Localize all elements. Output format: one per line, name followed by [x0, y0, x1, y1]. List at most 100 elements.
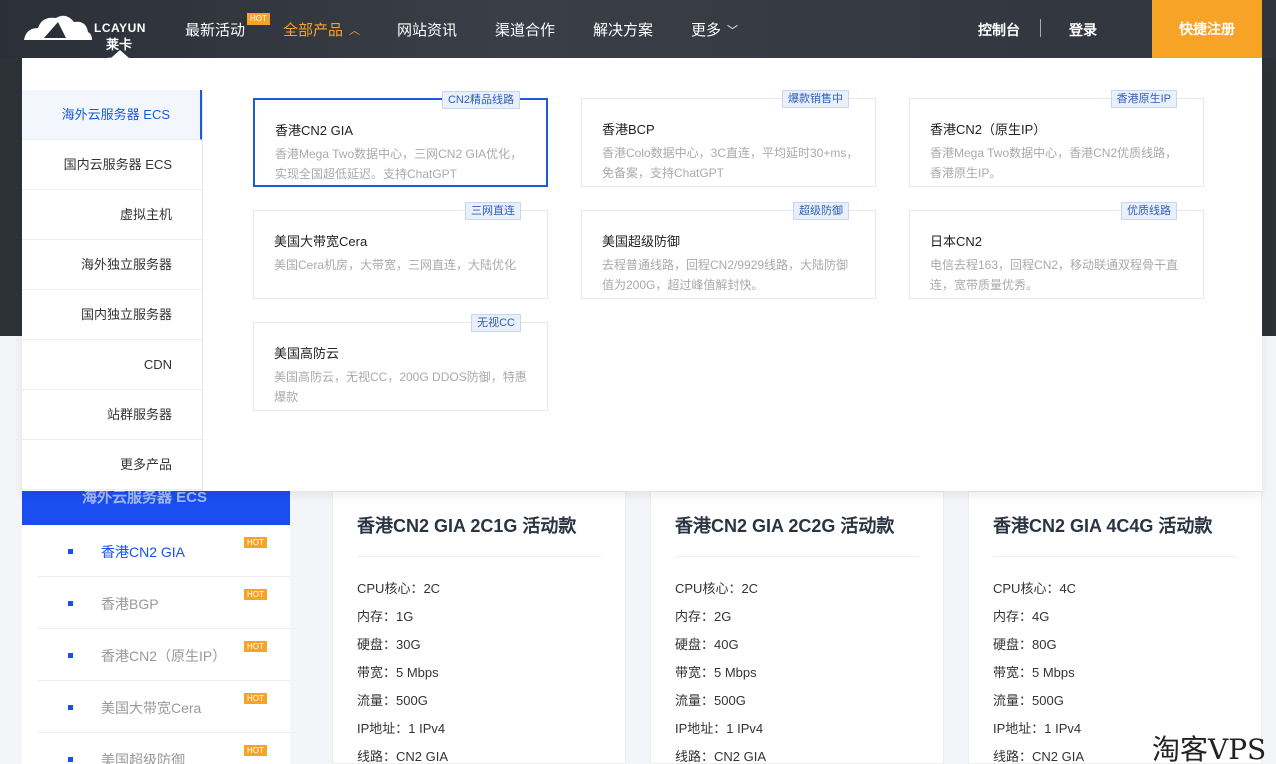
top-navbar: LCAYUN 莱卡云 最新活动 HOT 全部产品 ︿ 网站资讯 渠道合作 解决方案…	[0, 0, 1276, 71]
category-cdn[interactable]: CDN	[22, 340, 202, 390]
product-title: 香港CN2 GIA 4C4G 活动款	[993, 516, 1213, 536]
spec-memory: 内存：1G	[357, 609, 414, 624]
menu-pointer	[111, 50, 129, 58]
title-divider	[675, 556, 919, 557]
chevron-down-icon: ﹀	[727, 25, 739, 37]
category-domestic-ecs[interactable]: 国内云服务器 ECS	[22, 140, 202, 190]
menu-divider	[202, 90, 203, 491]
spec-traffic: 流量：500G	[357, 693, 428, 708]
spec-bandwidth: 带宽：5 Mbps	[357, 665, 439, 680]
card-name: 香港CN2 GIA	[275, 123, 354, 138]
bullet-icon	[68, 705, 73, 710]
hot-badge: HOT	[244, 745, 267, 756]
category-overseas-dedicated[interactable]: 海外独立服务器	[22, 240, 202, 290]
card-desc: 去程普通线路，回程CN2/9929线路，大陆防御值为200G，超过峰值解封快。	[602, 258, 849, 292]
sidebar-item-hk-cn2-native[interactable]: 香港CN2（原生IP） HOT	[38, 629, 290, 681]
card-desc: 电信去程163，回程CN2，移动联通双程骨干直连，宽带质量优秀。	[930, 258, 1179, 292]
sidebar-item-label: 香港BGP	[101, 596, 159, 612]
mega-menu-categories: 海外云服务器 ECS 国内云服务器 ECS 虚拟主机 海外独立服务器 国内独立服…	[22, 90, 202, 490]
product-card-hk-cn2-native-ip[interactable]: 香港原生IP 香港CN2（原生IP） 香港Mega Two数据中心，香港CN2优…	[909, 90, 1204, 187]
card-desc: 美国高防云，无视CC，200G DDOS防御，特惠爆款	[274, 370, 527, 404]
card-desc: 美国Cera机房，大带宽，三网直连，大陆优化	[274, 258, 517, 272]
login-link[interactable]: 登录	[1069, 20, 1097, 40]
card-tag: 优质线路	[1121, 202, 1177, 220]
category-domestic-dedicated[interactable]: 国内独立服务器	[22, 290, 202, 340]
spec-ip: IP地址：1 IPv4	[357, 721, 446, 736]
card-name: 香港CN2（原生IP）	[930, 122, 1047, 137]
nav-more[interactable]: 更多 ﹀	[691, 19, 738, 40]
product-column: 香港CN2 GIA 2C2G 活动款 CPU核心：2C 内存：2G 硬盘：40G…	[650, 491, 944, 764]
nav-all-products-label: 全部产品	[283, 22, 344, 39]
logo-wordmark: LCAYUN	[94, 21, 146, 35]
spec-memory: 内存：2G	[675, 609, 732, 624]
products-mega-menu: 海外云服务器 ECS 国内云服务器 ECS 虚拟主机 海外独立服务器 国内独立服…	[22, 58, 1262, 491]
spec-ip: IP地址：1 IPv4	[675, 721, 764, 736]
nav-solutions[interactable]: 解决方案	[593, 19, 653, 40]
hot-badge: HOT	[244, 641, 267, 652]
sidebar-item-label: 香港CN2（原生IP）	[101, 648, 227, 664]
hot-badge: HOT	[244, 589, 267, 600]
hot-badge: HOT	[244, 537, 267, 548]
title-divider	[357, 556, 601, 557]
product-sidebar: 海外云服务器 ECS 香港CN2 GIA HOT 香港BGP HOT 香港CN2…	[22, 489, 290, 764]
sidebar-header[interactable]: 海外云服务器 ECS	[22, 489, 290, 525]
nav-site-news[interactable]: 网站资讯	[397, 19, 457, 40]
spec-disk: 硬盘：40G	[675, 637, 739, 652]
product-card-us-cera[interactable]: 三网直连 美国大带宽Cera 美国Cera机房，大带宽，三网直连，大陆优化	[253, 202, 548, 299]
sidebar-item-label: 香港CN2 GIA	[101, 544, 186, 560]
product-card-jp-cn2[interactable]: 优质线路 日本CN2 电信去程163，回程CN2，移动联通双程骨干直连，宽带质量…	[909, 202, 1204, 299]
card-tag: CN2精品线路	[441, 91, 520, 109]
spec-disk: 硬盘：30G	[357, 637, 421, 652]
title-divider	[993, 556, 1237, 557]
product-title: 香港CN2 GIA 2C1G 活动款	[357, 516, 577, 536]
product-card-us-ddos-cloud[interactable]: 无视CC 美国高防云 美国高防云，无视CC，200G DDOS防御，特惠爆款	[253, 314, 548, 411]
category-virtual-host[interactable]: 虚拟主机	[22, 190, 202, 240]
sidebar-item-label: 美国大带宽Cera	[101, 700, 202, 716]
spec-traffic: 流量：500G	[993, 693, 1064, 708]
card-desc: 香港Mega Two数据中心，香港CN2优质线路，香港原生IP。	[930, 146, 1178, 180]
spec-bandwidth: 带宽：5 Mbps	[993, 665, 1075, 680]
spec-disk: 硬盘：80G	[993, 637, 1057, 652]
sidebar-item-us-defense[interactable]: 美国超级防御 HOT	[38, 733, 290, 764]
hot-badge: HOT	[247, 13, 270, 25]
spec-traffic: 流量：500G	[675, 693, 746, 708]
nav-all-products[interactable]: 全部产品 ︿	[283, 19, 360, 40]
bullet-icon	[68, 653, 73, 658]
product-card-us-defense[interactable]: 超级防御 美国超级防御 去程普通线路，回程CN2/9929线路，大陆防御值为20…	[581, 202, 876, 299]
card-name: 美国超级防御	[602, 234, 681, 249]
card-tag: 三网直连	[465, 202, 521, 220]
sidebar-item-us-cera[interactable]: 美国大带宽Cera HOT	[38, 681, 290, 733]
category-more-products[interactable]: 更多产品	[22, 440, 202, 490]
card-name: 美国大带宽Cera	[274, 234, 368, 249]
sidebar-item-hk-cn2-gia[interactable]: 香港CN2 GIA HOT	[38, 525, 290, 577]
spec-memory: 内存：4G	[993, 609, 1050, 624]
nav-channel-partner[interactable]: 渠道合作	[495, 19, 555, 40]
card-tag: 超级防御	[793, 202, 849, 220]
watermark-text: 淘客VPS	[1152, 733, 1267, 764]
quick-register-button[interactable]: 快捷注册	[1152, 0, 1262, 58]
sidebar-item-label: 美国超级防御	[101, 752, 185, 764]
spec-line: 线路：CN2 GIA	[675, 749, 767, 764]
card-name: 美国高防云	[274, 346, 340, 361]
product-card-hk-bcp[interactable]: 爆款销售中 香港BCP 香港Colo数据中心，3C直连，平均延时30+ms，免备…	[581, 90, 876, 187]
product-column: 香港CN2 GIA 4C4G 活动款 CPU核心：4C 内存：4G 硬盘：80G…	[968, 491, 1262, 764]
nav-more-label: 更多	[691, 22, 722, 39]
nav-latest-events[interactable]: 最新活动	[185, 19, 245, 40]
spec-line: 线路：CN2 GIA	[357, 749, 449, 764]
product-title: 香港CN2 GIA 2C2G 活动款	[675, 516, 895, 536]
bullet-icon	[68, 601, 73, 606]
category-site-group[interactable]: 站群服务器	[22, 390, 202, 440]
brand-logo[interactable]: LCAYUN 莱卡云	[22, 10, 145, 71]
spec-cpu: CPU核心：2C	[357, 581, 441, 596]
product-card-hk-cn2-gia[interactable]: CN2精品线路 香港CN2 GIA 香港Mega Two数据中心，三网CN2 G…	[253, 91, 548, 187]
card-name: 香港BCP	[602, 122, 655, 137]
card-tag: 爆款销售中	[782, 90, 849, 108]
console-link[interactable]: 控制台	[978, 20, 1020, 40]
spec-cpu: CPU核心：2C	[675, 581, 759, 596]
spec-line: 线路：CN2 GIA	[993, 749, 1085, 764]
bullet-icon	[68, 549, 73, 554]
hot-badge: HOT	[244, 693, 267, 704]
card-tag: 香港原生IP	[1110, 90, 1177, 108]
category-overseas-ecs[interactable]: 海外云服务器 ECS	[22, 90, 202, 140]
sidebar-item-hk-bgp[interactable]: 香港BGP HOT	[38, 577, 290, 629]
